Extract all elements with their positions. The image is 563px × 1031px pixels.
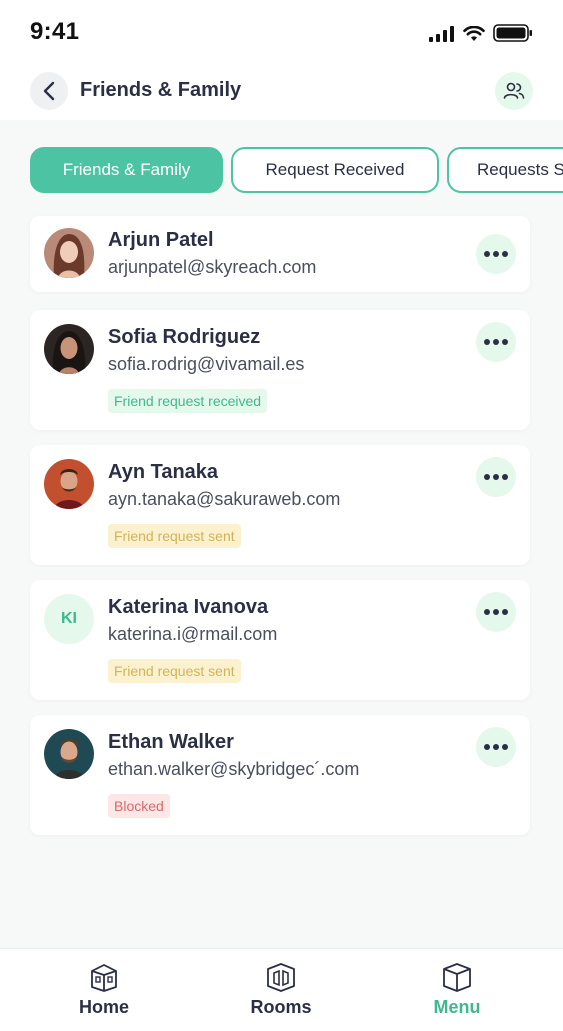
status-icons (429, 24, 533, 42)
status-bar: 9:41 (0, 0, 563, 64)
home-icon (91, 964, 117, 992)
contact-name: Arjun Patel (108, 229, 214, 251)
contact-name: Katerina Ivanova (108, 596, 269, 618)
more-options-button[interactable] (476, 322, 516, 362)
avatar (44, 729, 94, 779)
signal-icon (429, 26, 454, 42)
contact-card[interactable]: Ayn Tanaka ayn.tanaka@sakuraweb.com Frie… (30, 445, 530, 565)
avatar (44, 324, 94, 374)
contact-name: Ayn Tanaka (108, 461, 219, 483)
nav-rooms[interactable]: Rooms (221, 961, 341, 1018)
status-time: 9:41 (30, 18, 80, 45)
contact-card[interactable]: Ethan Walker ethan.walker@skybridgec´.co… (30, 715, 530, 835)
status-badge: Friend request received (108, 389, 268, 413)
contact-card[interactable]: KI Katerina Ivanova katerina.i@rmail.com… (30, 580, 530, 700)
back-button[interactable] (30, 72, 68, 110)
more-dots-icon (484, 339, 508, 345)
status-badge: Friend request sent (108, 524, 241, 548)
contact-email: arjunpatel@skyreach.com (108, 257, 317, 277)
nav-home[interactable]: Home (44, 961, 164, 1018)
tab-request-received[interactable]: Request Received (231, 147, 439, 193)
contact-card[interactable]: Arjun Patel arjunpatel@skyreach.com (30, 216, 530, 292)
chevron-left-icon (43, 81, 55, 101)
nav-label: Rooms (250, 997, 312, 1017)
contact-card[interactable]: Sofia Rodriguez sofia.rodrig@vivamail.es… (30, 310, 530, 430)
more-options-button[interactable] (476, 727, 516, 767)
avatar (44, 228, 94, 278)
more-dots-icon (484, 609, 508, 615)
more-options-button[interactable] (476, 592, 516, 632)
tab-bar: Friends & Family Request Received Reques… (30, 147, 563, 194)
more-options-button[interactable] (476, 234, 516, 274)
menu-cube-icon (443, 963, 471, 992)
contact-email: ayn.tanaka@sakuraweb.com (108, 489, 341, 509)
contact-email: katerina.i@rmail.com (108, 624, 278, 644)
avatar (44, 459, 94, 509)
more-options-button[interactable] (476, 457, 516, 497)
more-dots-icon (484, 474, 508, 480)
battery-icon (493, 24, 532, 42)
status-badge: Blocked (108, 794, 170, 818)
wifi-icon (463, 26, 485, 41)
contact-name: Ethan Walker (108, 731, 234, 753)
contact-name: Sofia Rodriguez (108, 326, 261, 348)
contact-email: sofia.rodrig@vivamail.es (108, 354, 305, 374)
nav-label: Menu (433, 997, 481, 1017)
tab-requests-sent[interactable]: Requests S (447, 147, 563, 193)
rooms-icon (267, 963, 295, 992)
app-header: Friends & Family (0, 64, 563, 120)
people-button[interactable] (495, 72, 533, 110)
page-title: Friends & Family (80, 79, 242, 101)
nav-menu[interactable]: Menu (397, 961, 517, 1018)
more-dots-icon (484, 744, 508, 750)
people-icon (503, 82, 525, 99)
more-dots-icon (484, 251, 508, 257)
contact-email: ethan.walker@skybridgec´.com (108, 759, 360, 779)
avatar-initials: KI (44, 594, 94, 644)
tab-friends-family[interactable]: Friends & Family (30, 147, 223, 193)
status-badge: Friend request sent (108, 659, 241, 683)
nav-label: Home (78, 997, 129, 1017)
bottom-navigation: Home Rooms Menu (0, 948, 563, 1031)
